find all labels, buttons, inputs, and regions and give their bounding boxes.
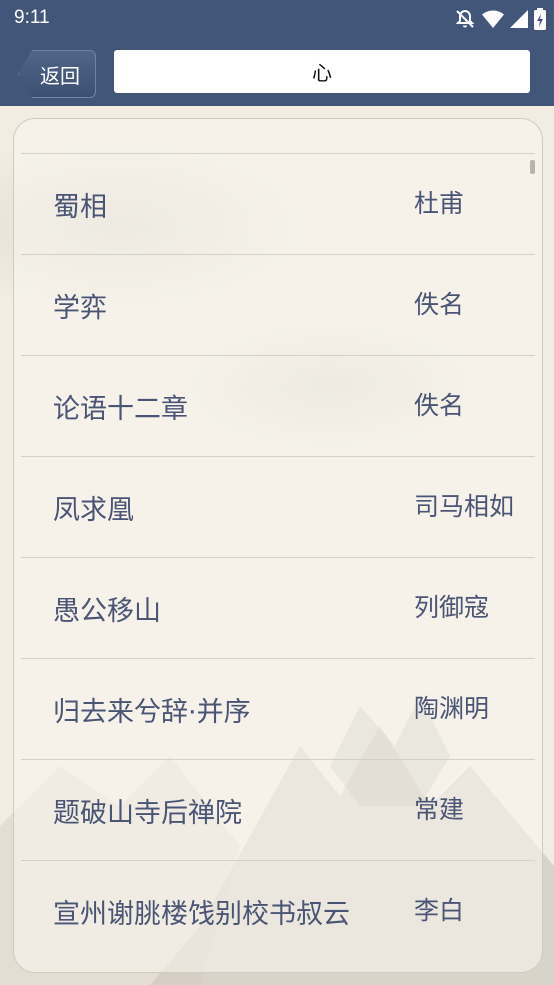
- list-item[interactable]: 题破山寺后禅院 常建: [21, 760, 535, 861]
- poem-title: 宣州谢朓楼饯别校书叔云: [53, 898, 350, 930]
- poem-title: 愚公移山: [53, 595, 161, 627]
- list-item[interactable]: 凤求凰 司马相如: [21, 457, 535, 558]
- poem-author: 列御寇: [414, 593, 490, 622]
- status-icons: [454, 8, 546, 34]
- list-item[interactable]: 愚公移山 列御寇: [21, 558, 535, 659]
- poem-title: 论语十二章: [53, 393, 188, 425]
- poem-author: 杜甫: [414, 189, 465, 218]
- list-item[interactable]: 蜀相 杜甫: [21, 154, 535, 255]
- search-input[interactable]: 心: [114, 50, 530, 93]
- poem-author: 佚名: [414, 290, 465, 319]
- back-button[interactable]: 返回: [18, 50, 96, 98]
- signal-icon: [510, 10, 528, 32]
- list-item[interactable]: 宣州谢朓楼饯别校书叔云 李白: [21, 861, 535, 962]
- poem-title: 归去来兮辞·并序: [53, 696, 251, 728]
- battery-icon: [534, 8, 546, 34]
- poem-list[interactable]: 蜀相 杜甫 学弈 佚名 论语十二章 佚名 凤求凰 司马相如 愚公移山 列御寇 归…: [13, 118, 543, 973]
- list-item[interactable]: 学弈 佚名: [21, 255, 535, 356]
- poem-title: 蜀相: [53, 191, 107, 223]
- top-bar: 返回 心: [0, 38, 554, 106]
- poem-title: 凤求凰: [53, 494, 134, 526]
- status-time: 9:11: [14, 7, 50, 28]
- poem-author: 司马相如: [414, 492, 515, 521]
- list-item[interactable]: 论语十二章 佚名: [21, 356, 535, 457]
- notifications-off-icon: [454, 8, 476, 34]
- status-bar: 9:11: [0, 0, 554, 38]
- poem-author: 陶渊明: [414, 694, 490, 723]
- poem-author: 佚名: [414, 391, 465, 420]
- list-item[interactable]: 归去来兮辞·并序 陶渊明: [21, 659, 535, 760]
- wifi-icon: [482, 9, 504, 33]
- poem-author: 常建: [414, 795, 465, 824]
- poem-title: 题破山寺后禅院: [53, 797, 242, 829]
- poem-title: 学弈: [53, 292, 107, 324]
- poem-author: 李白: [414, 896, 465, 925]
